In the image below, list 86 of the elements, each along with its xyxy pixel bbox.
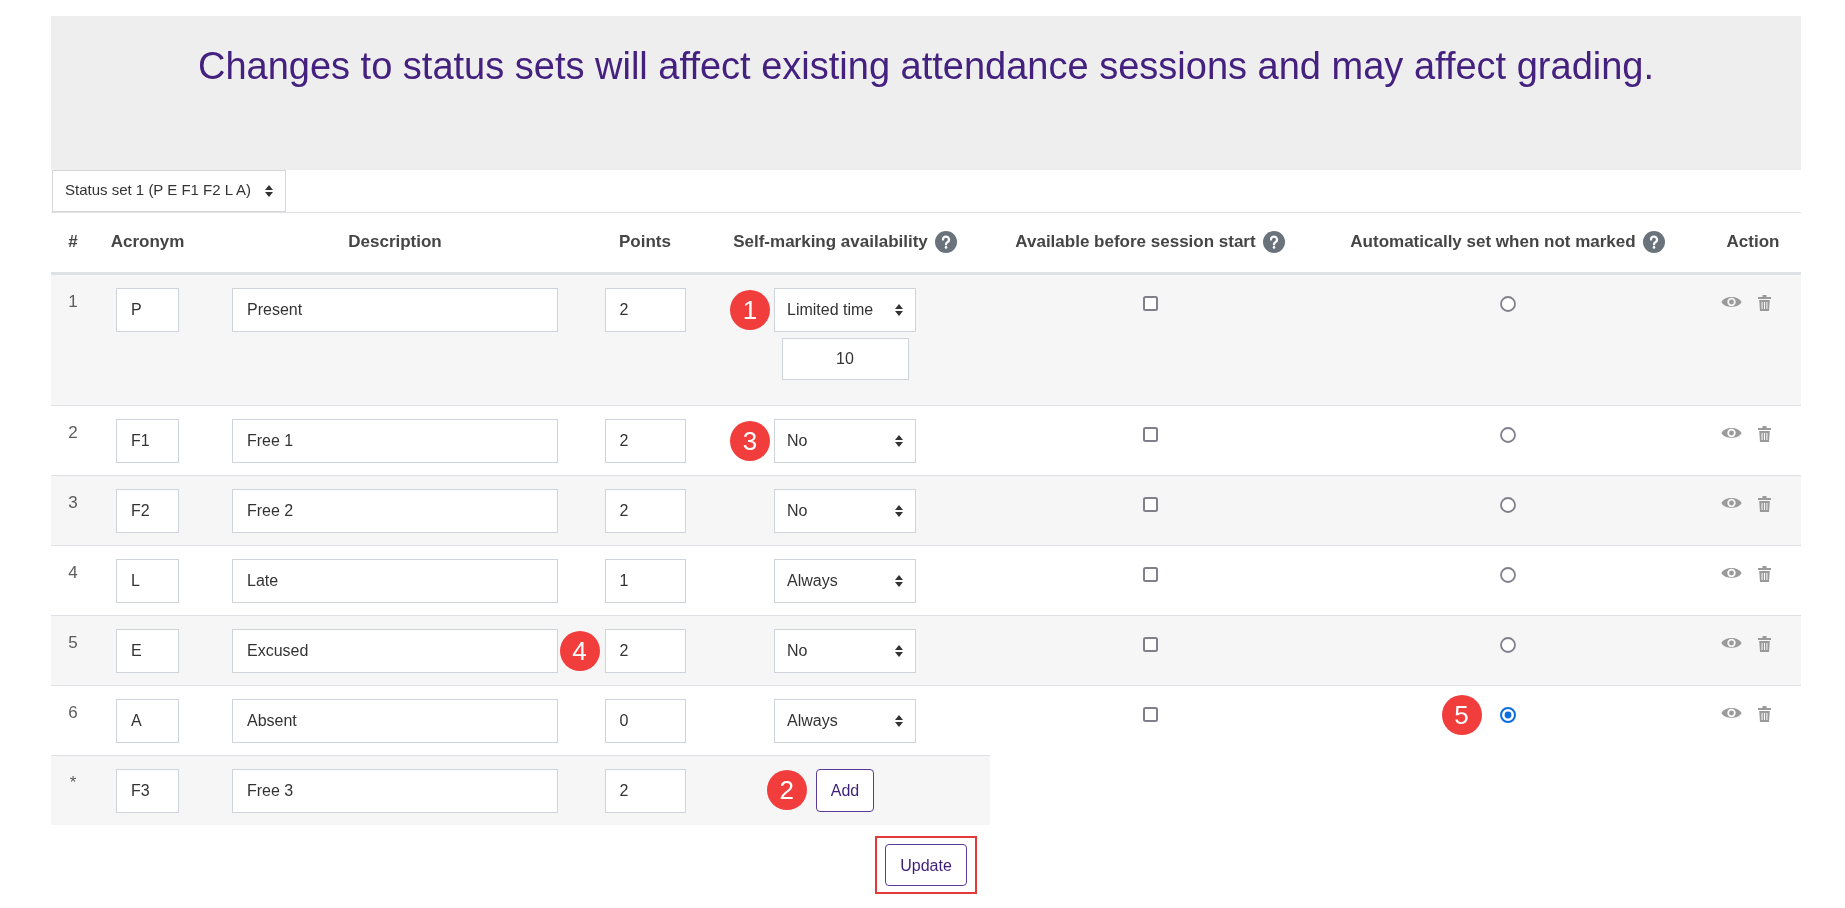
column-header: Self-marking availability — [733, 231, 928, 254]
description-field[interactable]: Absent — [232, 698, 558, 743]
trash-icon[interactable] — [1758, 635, 1771, 652]
notice-text: Changes to status sets will affect existing attendance sessions and may affect grading. — [197, 45, 1655, 87]
availability-select[interactable]: No — [774, 628, 916, 673]
callout-marker: 5 — [1441, 694, 1482, 735]
trash-icon[interactable] — [1758, 705, 1771, 722]
row-number: 2 — [68, 421, 78, 444]
checkbox[interactable] — [1142, 295, 1158, 311]
availability-select[interactable]: Always — [774, 698, 916, 743]
points-field[interactable]: 2 — [604, 628, 686, 673]
column-header: Action — [1726, 231, 1780, 254]
points-field[interactable]: 2 — [604, 768, 686, 813]
acronym-field[interactable]: F2 — [116, 488, 179, 533]
caret-icon — [895, 434, 903, 447]
acronym-field[interactable]: P — [116, 287, 179, 332]
acronym-field[interactable]: E — [116, 628, 179, 673]
radio-button[interactable] — [1499, 636, 1516, 653]
row-number: 4 — [68, 561, 78, 584]
eye-icon[interactable] — [1721, 565, 1742, 580]
checkbox[interactable] — [1142, 426, 1158, 442]
column-header: Automatically set when not marked — [1350, 231, 1636, 254]
trash-icon[interactable] — [1758, 495, 1771, 512]
checkbox[interactable] — [1142, 566, 1158, 582]
caret-icon — [895, 574, 903, 587]
acronym-field[interactable]: L — [116, 558, 179, 603]
eye-icon[interactable] — [1721, 495, 1742, 510]
description-field[interactable]: Free 1 — [232, 418, 558, 463]
checkbox[interactable] — [1142, 636, 1158, 652]
radio-button[interactable] — [1499, 295, 1516, 312]
caret-icon — [895, 714, 903, 727]
caret-icon — [895, 504, 903, 517]
radio-button[interactable] — [1499, 566, 1516, 583]
help-icon[interactable] — [1262, 231, 1285, 254]
points-field[interactable]: 2 — [604, 287, 686, 332]
caret-icon — [264, 184, 273, 197]
status-set-select[interactable]: Status set 1 (P E F1 F2 L A) — [52, 169, 286, 212]
callout-marker: 2 — [766, 770, 807, 811]
eye-icon[interactable] — [1721, 705, 1742, 720]
trash-icon[interactable] — [1758, 565, 1771, 582]
description-field[interactable]: Free 3 — [232, 768, 558, 813]
row-number: 5 — [68, 631, 78, 654]
row-number: 1 — [68, 290, 78, 313]
acronym-field[interactable]: F1 — [116, 418, 179, 463]
caret-icon — [895, 644, 903, 657]
caret-icon — [895, 303, 903, 316]
eye-icon[interactable] — [1721, 294, 1742, 309]
row-number: 3 — [68, 491, 78, 514]
trash-icon[interactable] — [1758, 425, 1771, 442]
points-field[interactable]: 0 — [604, 698, 686, 743]
checkbox[interactable] — [1142, 496, 1158, 512]
time-limit-field[interactable]: 10 — [781, 337, 909, 380]
acronym-field[interactable]: F3 — [116, 768, 179, 813]
column-header: Description — [348, 231, 442, 254]
description-field[interactable]: Excused — [232, 628, 558, 673]
radio-button[interactable] — [1499, 496, 1516, 513]
acronym-field[interactable]: A — [116, 698, 179, 743]
description-field[interactable]: Present — [232, 287, 558, 332]
points-field[interactable]: 1 — [604, 558, 686, 603]
callout-marker: 1 — [730, 289, 770, 330]
column-header: Available before session start — [1015, 231, 1256, 254]
points-field[interactable]: 2 — [604, 488, 686, 533]
row-number: 6 — [68, 701, 78, 724]
column-header: # — [68, 231, 78, 254]
availability-select[interactable]: Always — [774, 558, 916, 603]
description-field[interactable]: Late — [232, 558, 558, 603]
add-button[interactable]: Add — [815, 768, 875, 812]
column-header: Acronym — [110, 231, 185, 254]
availability-select[interactable]: No — [774, 488, 916, 533]
description-field[interactable]: Free 2 — [232, 488, 558, 533]
eye-icon[interactable] — [1721, 425, 1742, 440]
callout-marker: 3 — [730, 420, 770, 461]
radio-button[interactable] — [1499, 706, 1516, 723]
help-icon[interactable] — [934, 231, 957, 254]
points-field[interactable]: 2 — [604, 418, 686, 463]
checkbox[interactable] — [1142, 706, 1158, 722]
help-icon[interactable] — [1642, 231, 1665, 254]
radio-button[interactable] — [1499, 426, 1516, 443]
availability-select[interactable]: No — [774, 418, 916, 463]
eye-icon[interactable] — [1721, 635, 1742, 650]
trash-icon[interactable] — [1758, 294, 1771, 311]
availability-select[interactable]: Limited time — [774, 287, 916, 332]
column-header: Points — [619, 231, 671, 254]
callout-marker: 4 — [559, 630, 600, 671]
row-number: * — [69, 771, 77, 794]
update-button[interactable]: Update — [885, 843, 967, 886]
